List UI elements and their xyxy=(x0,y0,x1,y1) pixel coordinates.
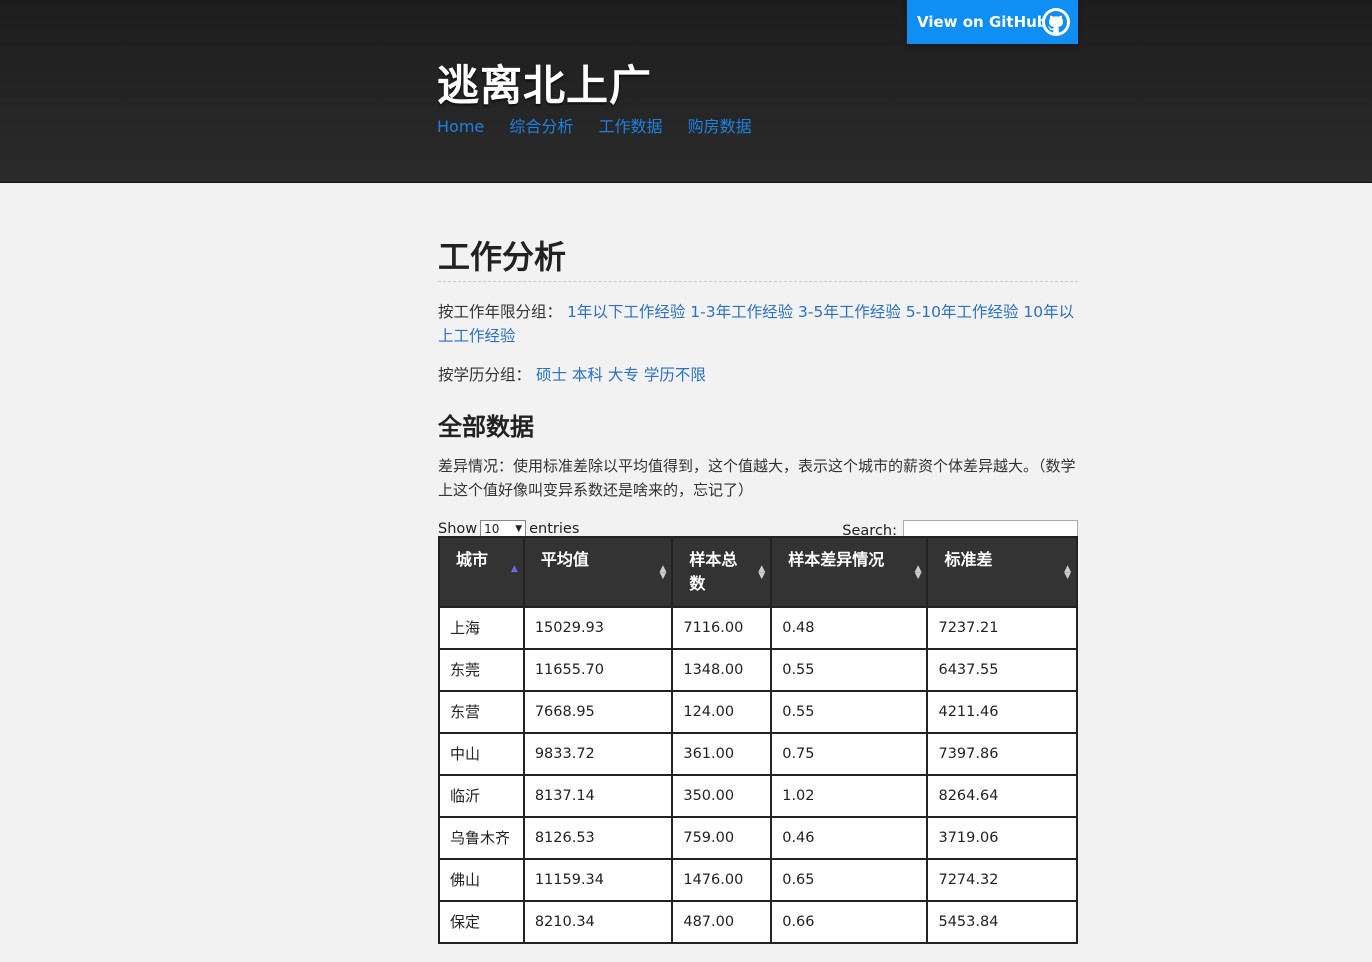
table-cell: 东营 xyxy=(438,690,525,734)
experience-filter: 按工作年限分组： 1年以下工作经验 1-3年工作经验 3-5年工作经验 5-10… xyxy=(438,300,1078,348)
table-row: 中山 9833.72 361.00 0.75 7397.86 xyxy=(438,732,1078,776)
column-header-sample-count[interactable]: 样本总数 ▲ ▼ xyxy=(671,536,773,608)
table-row: 东莞 11655.70 1348.00 0.55 6437.55 xyxy=(438,648,1078,692)
salary-table: 城市 ▲ 平均值 ▲ ▼ 样本总数 ▲ ▼ 样本差异情况 ▲ ▼ 标准差 ▲ ▼ 上海 15029.… xyxy=(438,536,1078,944)
table-cell: 8126.53 xyxy=(522,816,674,860)
table-row: 上海 15029.93 7116.00 0.48 7237.21 xyxy=(438,606,1078,650)
dropdown-arrow-icon: ▼ xyxy=(515,524,523,534)
filter-exp-3-5[interactable]: 3-5年工作经验 xyxy=(798,303,901,321)
table-cell: 7668.95 xyxy=(522,690,674,734)
table-cell: 4211.46 xyxy=(926,690,1078,734)
table-cell: 350.00 xyxy=(671,774,773,818)
table-cell: 15029.93 xyxy=(522,606,674,650)
sort-asc-icon: ▲ xyxy=(510,564,518,574)
site-header: View on GitHub 逃离北上广 Home 综合分析 工作数据 购房数据 xyxy=(0,0,1372,183)
table-cell: 5453.84 xyxy=(926,900,1078,944)
table-row: 临沂 8137.14 350.00 1.02 8264.64 xyxy=(438,774,1078,818)
column-label: 平均值 xyxy=(540,550,589,569)
table-cell: 8137.14 xyxy=(522,774,674,818)
table-cell: 11159.34 xyxy=(522,858,674,902)
table-header-row: 城市 ▲ 平均值 ▲ ▼ 样本总数 ▲ ▼ 样本差异情况 ▲ ▼ 标准差 ▲ ▼ xyxy=(438,536,1078,608)
nav-home[interactable]: Home xyxy=(437,117,484,136)
table-cell: 1476.00 xyxy=(671,858,773,902)
view-on-github-button[interactable]: View on GitHub xyxy=(907,0,1078,44)
table-cell: 1.02 xyxy=(770,774,929,818)
table-cell: 8210.34 xyxy=(522,900,674,944)
filter-exp-5-10[interactable]: 5-10年工作经验 xyxy=(906,303,1019,321)
section-title: 全部数据 xyxy=(438,413,534,441)
section-description: 差异情况：使用标准差除以平均值得到，这个值越大，表示这个城市的薪资个体差异越大。… xyxy=(438,457,1076,499)
column-label: 样本总数 xyxy=(689,550,738,593)
filter-edu-bachelor[interactable]: 本科 xyxy=(572,366,603,384)
table-cell: 7116.00 xyxy=(671,606,773,650)
sort-both-icon: ▲ ▼ xyxy=(1064,564,1071,581)
main-nav: Home 综合分析 工作数据 购房数据 xyxy=(437,113,772,137)
table-cell: 1348.00 xyxy=(671,648,773,692)
table-cell: 0.66 xyxy=(770,900,929,944)
table-cell: 中山 xyxy=(438,732,525,776)
table-cell: 0.65 xyxy=(770,858,929,902)
column-header-city[interactable]: 城市 ▲ xyxy=(438,536,525,608)
nav-housing-data[interactable]: 购房数据 xyxy=(688,117,752,136)
show-label: Show xyxy=(438,521,478,537)
column-header-std-dev[interactable]: 标准差 ▲ ▼ xyxy=(926,536,1078,608)
table-cell: 7237.21 xyxy=(926,606,1078,650)
sort-both-icon: ▲ ▼ xyxy=(758,564,766,581)
sort-both-icon: ▲ ▼ xyxy=(914,564,922,581)
education-filter: 按学历分组： 硕士 本科 大专 学历不限 xyxy=(438,363,1078,387)
table-cell: 东莞 xyxy=(438,648,525,692)
filter-edu-any[interactable]: 学历不限 xyxy=(644,366,706,384)
table-row: 佛山 11159.34 1476.00 0.65 7274.32 xyxy=(438,858,1078,902)
filter-exp-under-1[interactable]: 1年以下工作经验 xyxy=(567,303,685,321)
table-cell: 759.00 xyxy=(671,816,773,860)
table-cell: 361.00 xyxy=(671,732,773,776)
entries-select-value: 10 xyxy=(484,522,500,536)
table-cell: 0.55 xyxy=(770,690,929,734)
table-cell: 保定 xyxy=(438,900,525,944)
table-row: 东营 7668.95 124.00 0.55 4211.46 xyxy=(438,690,1078,734)
github-icon xyxy=(1042,8,1070,36)
column-label: 样本差异情况 xyxy=(788,550,885,569)
table-cell: 0.46 xyxy=(770,816,929,860)
table-cell: 上海 xyxy=(438,606,525,650)
column-label: 标准差 xyxy=(944,550,993,569)
education-filter-label: 按学历分组： xyxy=(438,366,532,384)
table-cell: 3719.06 xyxy=(926,816,1078,860)
column-header-average[interactable]: 平均值 ▲ ▼ xyxy=(522,536,674,608)
table-cell: 9833.72 xyxy=(522,732,674,776)
sort-both-icon: ▲ ▼ xyxy=(659,564,667,581)
github-button-label: View on GitHub xyxy=(917,13,1048,31)
table-cell: 0.48 xyxy=(770,606,929,650)
main-content: 工作分析 按工作年限分组： 1年以下工作经验 1-3年工作经验 3-5年工作经验… xyxy=(438,232,1078,542)
table-cell: 0.55 xyxy=(770,648,929,692)
table-cell: 7274.32 xyxy=(926,858,1078,902)
table-cell: 8264.64 xyxy=(926,774,1078,818)
table-cell: 0.75 xyxy=(770,732,929,776)
table-cell: 7397.86 xyxy=(926,732,1078,776)
filter-edu-college[interactable]: 大专 xyxy=(608,366,639,384)
experience-filter-label: 按工作年限分组： xyxy=(438,303,563,321)
table-cell: 487.00 xyxy=(671,900,773,944)
nav-job-data[interactable]: 工作数据 xyxy=(598,117,662,136)
table-cell: 佛山 xyxy=(438,858,525,902)
filter-exp-1-3[interactable]: 1-3年工作经验 xyxy=(690,303,793,321)
page-title: 工作分析 xyxy=(438,232,1078,282)
site-title: 逃离北上广 xyxy=(437,61,653,110)
table-row: 乌鲁木齐 8126.53 759.00 0.46 3719.06 xyxy=(438,816,1078,860)
table-cell: 乌鲁木齐 xyxy=(438,816,525,860)
table-cell: 124.00 xyxy=(671,690,773,734)
column-header-variation[interactable]: 样本差异情况 ▲ ▼ xyxy=(770,536,929,608)
table-row: 保定 8210.34 487.00 0.66 5453.84 xyxy=(438,900,1078,944)
table-cell: 11655.70 xyxy=(522,648,674,692)
table-cell: 临沂 xyxy=(438,774,525,818)
filter-edu-master[interactable]: 硕士 xyxy=(536,366,567,384)
table-cell: 6437.55 xyxy=(926,648,1078,692)
table-body: 上海 15029.93 7116.00 0.48 7237.21 东莞 11655.70 13… xyxy=(438,606,1078,944)
nav-overview[interactable]: 综合分析 xyxy=(509,117,573,136)
column-label: 城市 xyxy=(456,550,489,569)
entries-label: entries xyxy=(529,521,580,537)
